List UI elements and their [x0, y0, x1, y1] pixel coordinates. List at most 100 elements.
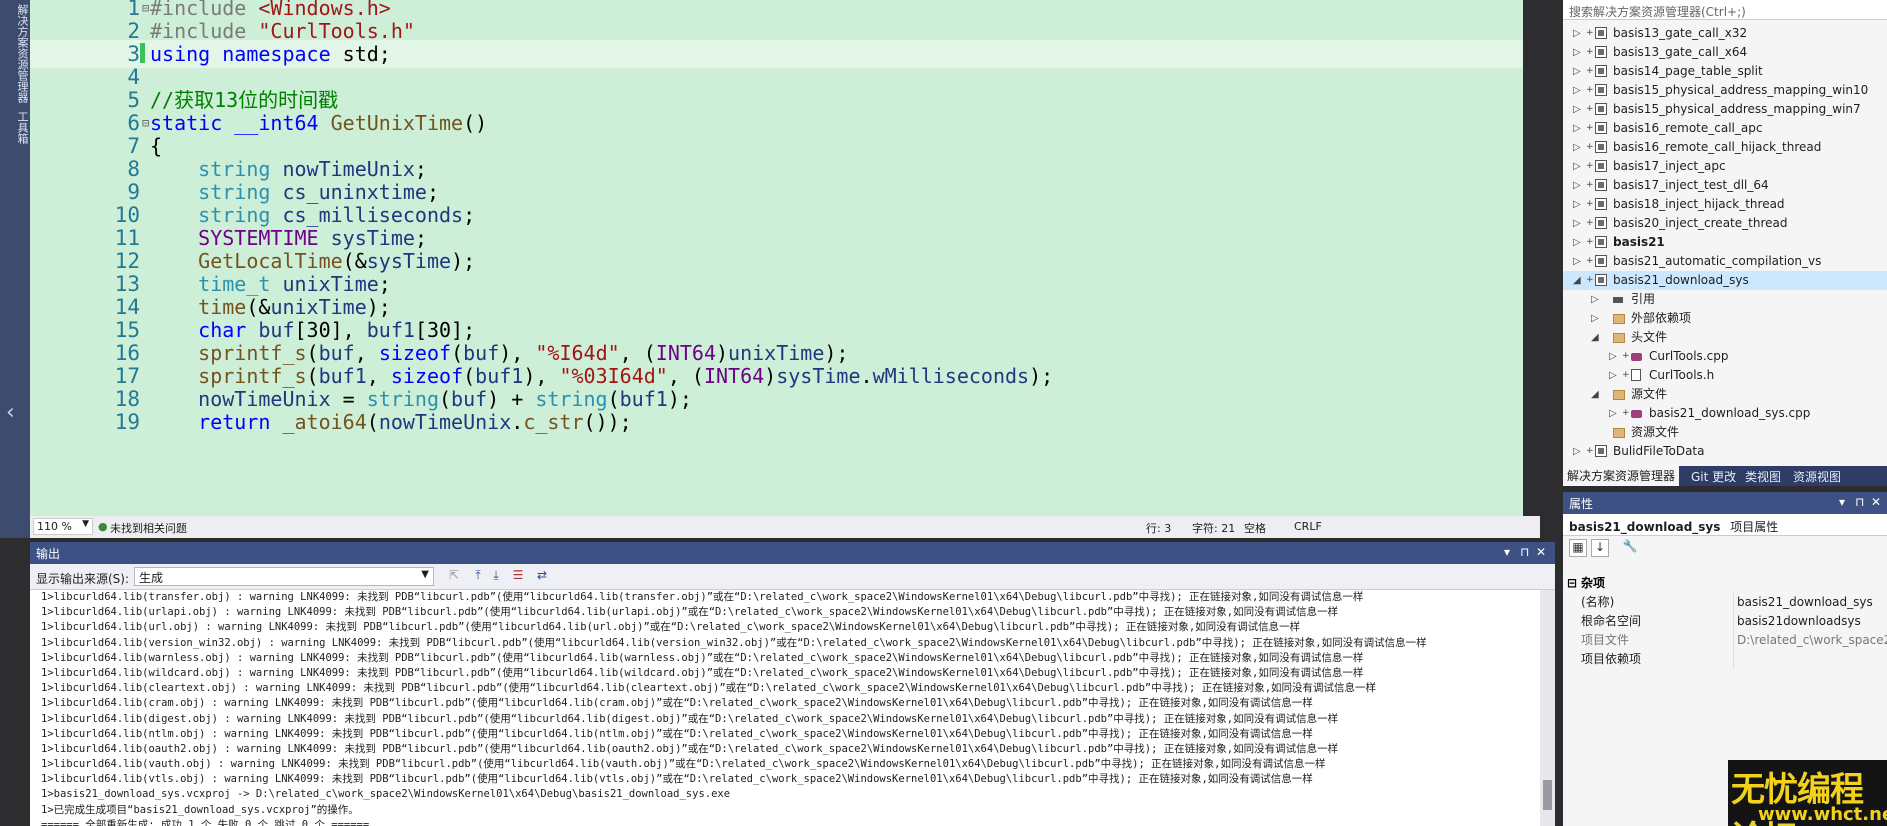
tree-item[interactable]: ▷ 引用 — [1563, 290, 1887, 309]
tree-item[interactable]: 资源文件 — [1563, 423, 1887, 442]
tree-item[interactable]: ◢ 头文件 — [1563, 328, 1887, 347]
tree-item[interactable]: ▷ + basis21 — [1563, 233, 1887, 252]
folder-icon — [1613, 333, 1625, 343]
tree-item[interactable]: ▷ + basis16_remote_call_apc — [1563, 119, 1887, 138]
output-text[interactable]: 1>libcurld64.lib(transfer.obj) : warning… — [30, 590, 1540, 826]
tree-item[interactable]: ▷ 外部依赖项 — [1563, 309, 1887, 328]
expand-arrow-icon[interactable]: ▷ — [1609, 347, 1617, 366]
tree-item[interactable]: ◢ + basis21_download_sys — [1563, 271, 1887, 290]
tab-solution-explorer[interactable]: 解决方案资源管理器 — [1563, 466, 1680, 486]
property-row[interactable]: 项目依赖项 — [1563, 650, 1887, 669]
expand-arrow-icon[interactable]: ▷ — [1573, 119, 1581, 138]
tree-item-label: basis21_automatic_compilation_vs — [1613, 254, 1822, 268]
expand-arrow-icon[interactable]: ▷ — [1609, 366, 1617, 385]
tab-toolbox-collapsed[interactable]: 工具箱 — [0, 107, 30, 148]
expand-arrow-icon[interactable]: ▷ — [1573, 24, 1581, 43]
expand-arrow-icon[interactable]: ▷ — [1573, 43, 1581, 62]
chevron-left-icon[interactable]: ‹ — [6, 400, 15, 425]
expand-arrow-icon[interactable]: ▷ — [1573, 176, 1581, 195]
git-added-icon: + — [1622, 351, 1630, 361]
project-icon — [1595, 255, 1607, 267]
code-line[interactable]: 19 return _atoi64(nowTimeUnix.c_str()); — [30, 408, 1523, 436]
word-wrap-icon[interactable]: ⇄ — [534, 568, 550, 584]
collapse-arrow-icon[interactable]: ◢ — [1591, 385, 1599, 404]
property-row[interactable]: 项目文件 D:\related_c\work_space2 — [1563, 631, 1887, 650]
project-icon — [1595, 103, 1607, 115]
goto-previous-icon[interactable]: ⇱ — [446, 568, 462, 584]
expand-arrow-icon[interactable]: ▷ — [1573, 81, 1581, 100]
output-source-select[interactable]: 生成 ▼ — [134, 567, 434, 586]
pin-icon[interactable]: ⊓ — [1855, 495, 1864, 509]
references-icon — [1613, 297, 1623, 303]
alphabetical-icon[interactable]: ↓ — [1591, 539, 1609, 557]
properties-object-selector[interactable]: basis21_download_sys 项目属性 — [1563, 514, 1887, 536]
tree-item[interactable]: ▷ + basis17_inject_apc — [1563, 157, 1887, 176]
tab-solution-explorer-collapsed[interactable]: 解决方案资源管理器 — [0, 0, 30, 107]
property-row[interactable]: 根命名空间 basis21downloadsys — [1563, 612, 1887, 631]
expand-arrow-icon[interactable]: ▷ — [1573, 195, 1581, 214]
output-line: ====== 全部重新生成: 成功 1 个,失败 0 个,跳过 0 个 ====… — [41, 818, 370, 826]
folder-icon — [1613, 314, 1625, 324]
code-editor[interactable]: 1 #include <Windows.h> ⊟ 2 #include "CurlToo… — [30, 0, 1523, 516]
expand-arrow-icon[interactable]: ▷ — [1573, 62, 1581, 81]
pin-icon[interactable]: ⊓ — [1520, 545, 1529, 559]
dropdown-icon[interactable]: ▾ — [1839, 495, 1845, 509]
expand-arrow-icon[interactable]: ▷ — [1591, 290, 1599, 309]
output-line: 1>basis21_download_sys.vcxproj -> D:\rel… — [41, 788, 731, 801]
output-scroll-thumb[interactable] — [1543, 780, 1552, 810]
tree-item[interactable]: ▷ + CurlTools.h — [1563, 366, 1887, 385]
tree-item[interactable]: ▷ + basis17_inject_test_dll_64 — [1563, 176, 1887, 195]
expand-arrow-icon[interactable]: ▷ — [1573, 214, 1581, 233]
find-next-icon[interactable]: ⤓ — [488, 568, 504, 584]
editor-status-bar: 110 % ▼ ● 未找到相关问题 行: 3 字符: 21 空格 CRLF — [30, 516, 1540, 538]
expand-arrow-icon[interactable]: ▷ — [1573, 233, 1581, 252]
property-category[interactable]: ⊟ 杂项 — [1563, 574, 1887, 593]
tab-class-view[interactable]: 类视图 — [1745, 468, 1781, 485]
tree-item[interactable]: ▷ + basis15_physical_address_mapping_win7 — [1563, 100, 1887, 119]
expand-arrow-icon[interactable]: ▷ — [1573, 442, 1581, 461]
wrench-icon[interactable]: 🔧 — [1621, 539, 1639, 557]
expand-arrow-icon[interactable]: ▷ — [1609, 404, 1617, 423]
tree-item[interactable]: ▷ + basis16_remote_call_hijack_thread — [1563, 138, 1887, 157]
tree-item[interactable]: ▷ + basis14_page_table_split — [1563, 62, 1887, 81]
collapse-arrow-icon[interactable]: ◢ — [1573, 271, 1581, 290]
clear-all-icon[interactable]: ☰ — [510, 568, 526, 584]
tree-item[interactable]: ▷ + basis20_inject_create_thread — [1563, 214, 1887, 233]
expand-arrow-icon[interactable]: ▷ — [1591, 309, 1599, 328]
tree-item-label: basis21_download_sys — [1613, 273, 1749, 287]
tree-item[interactable]: ▷ + CurlTools.cpp — [1563, 347, 1887, 366]
tree-item[interactable]: ▷ + basis18_inject_hijack_thread — [1563, 195, 1887, 214]
collapse-arrow-icon[interactable]: ◢ — [1591, 328, 1599, 347]
tree-item[interactable]: ▷ + basis21_download_sys.cpp — [1563, 404, 1887, 423]
tab-resource-view[interactable]: 资源视图 — [1793, 468, 1841, 485]
issues-status[interactable]: 未找到相关问题 — [110, 520, 187, 536]
chevron-down-icon: ▼ — [82, 519, 89, 529]
solution-search-input[interactable]: 搜索解决方案资源管理器(Ctrl+;) — [1563, 0, 1887, 20]
close-icon[interactable]: ✕ — [1536, 545, 1546, 559]
expand-arrow-icon[interactable]: ▷ — [1573, 100, 1581, 119]
tree-item[interactable]: ▷ + basis13_gate_call_x32 — [1563, 24, 1887, 43]
tree-item[interactable]: ◢ 源文件 — [1563, 385, 1887, 404]
line-ending-indicator[interactable]: CRLF — [1294, 520, 1322, 533]
property-row[interactable]: (名称) basis21_download_sys — [1563, 593, 1887, 612]
tree-item[interactable]: ▷ + basis15_physical_address_mapping_win10 — [1563, 81, 1887, 100]
output-scrollbar[interactable] — [1540, 590, 1555, 826]
dropdown-icon[interactable]: ▾ — [1504, 545, 1510, 559]
tree-item[interactable]: ▷ + BulidFileToData — [1563, 442, 1887, 461]
tree-item[interactable]: ▷ + basis21_automatic_compilation_vs — [1563, 252, 1887, 271]
property-divider — [1733, 650, 1734, 669]
expand-arrow-icon[interactable]: ▷ — [1573, 252, 1581, 271]
expand-arrow-icon[interactable]: ▷ — [1573, 138, 1581, 157]
categorized-icon[interactable]: ▦ — [1569, 539, 1587, 557]
expand-arrow-icon[interactable]: ▷ — [1573, 157, 1581, 176]
find-previous-icon[interactable]: ⤒ — [470, 568, 486, 584]
code-token: return — [198, 410, 271, 434]
tab-git-changes[interactable]: Git 更改 — [1691, 468, 1736, 485]
git-added-icon: + — [1586, 142, 1594, 152]
code-token: c_str — [523, 410, 584, 434]
tree-item-label: basis21_download_sys.cpp — [1649, 406, 1811, 420]
tree-item[interactable]: ▷ + basis13_gate_call_x64 — [1563, 43, 1887, 62]
zoom-select[interactable]: 110 % ▼ — [33, 518, 93, 535]
whitespace-indicator[interactable]: 空格 — [1244, 520, 1266, 536]
close-icon[interactable]: ✕ — [1871, 495, 1881, 509]
